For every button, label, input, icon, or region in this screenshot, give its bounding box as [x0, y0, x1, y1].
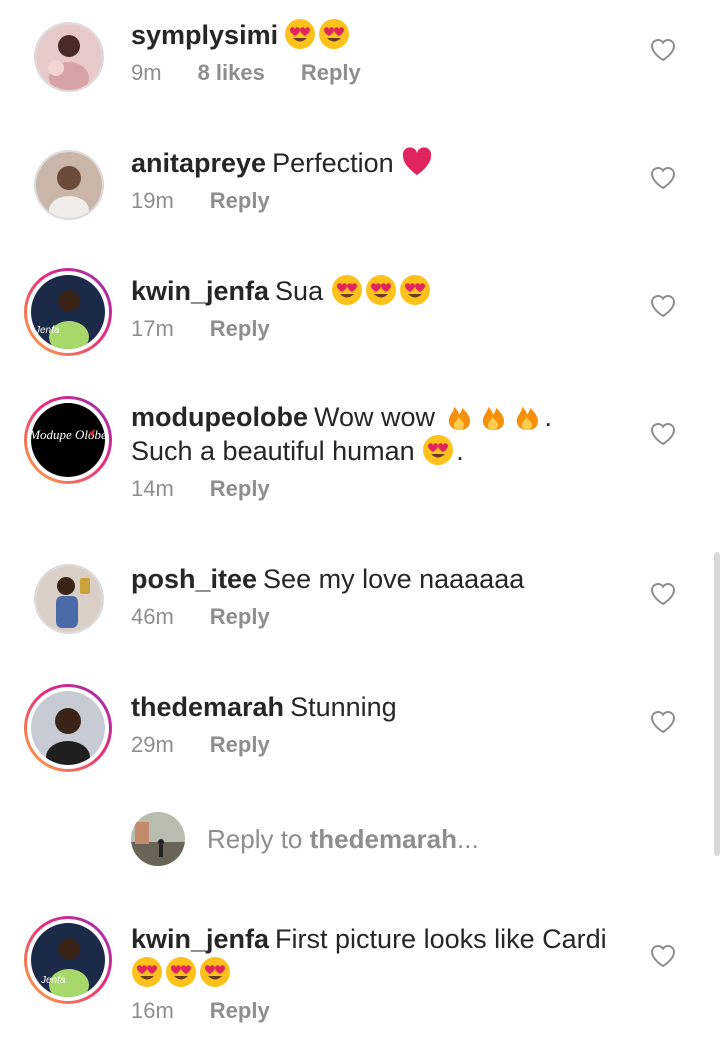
reply-button[interactable]: Reply — [210, 476, 270, 501]
comment-username[interactable]: anitapreye — [131, 148, 266, 178]
like-heart-icon[interactable] — [650, 166, 676, 190]
comment-text: First picture looks like Cardi — [275, 924, 607, 954]
comment-text: Stunning — [290, 692, 397, 722]
comment-time: 46m — [131, 604, 174, 629]
comment-username[interactable]: posh_itee — [131, 564, 257, 594]
like-heart-icon[interactable] — [650, 38, 676, 62]
reply-button[interactable]: Reply — [210, 732, 270, 757]
comment-username[interactable]: thedemarah — [131, 692, 284, 722]
comment-text-line2: Such a beautiful human — [131, 436, 415, 466]
comment-time: 29m — [131, 732, 174, 757]
comment-username[interactable]: kwin_jenfa — [131, 276, 269, 306]
red-heart-emoji-icon — [403, 147, 432, 175]
heart-eyes-emoji-icon — [166, 957, 196, 987]
comment-text: See my love naaaaaa — [263, 564, 525, 594]
reply-input-placeholder[interactable]: Reply to thedemarah... — [207, 824, 479, 855]
reply-target-username: thedemarah — [309, 824, 458, 854]
like-heart-icon[interactable] — [650, 944, 676, 968]
reply-button[interactable]: Reply — [210, 604, 270, 629]
fire-emoji-icon — [516, 407, 538, 430]
reply-input-row[interactable]: Reply to thedemarah... — [131, 812, 651, 866]
heart-eyes-emoji-icon — [423, 435, 454, 465]
reply-suffix: ... — [457, 824, 479, 854]
reply-button[interactable]: Reply — [301, 60, 361, 85]
heart-eyes-emoji-icon — [200, 957, 230, 987]
avatar[interactable] — [34, 22, 104, 92]
reply-button[interactable]: Reply — [210, 998, 270, 1023]
heart-eyes-emoji-icon — [399, 275, 430, 305]
comment-username[interactable]: modupeolobe — [131, 402, 308, 432]
avatar-story-ring[interactable] — [24, 684, 112, 772]
current-user-avatar — [131, 812, 185, 866]
avatar-label: Jenfa — [34, 325, 60, 336]
heart-eyes-emoji-icon — [132, 957, 162, 987]
comment-username[interactable]: symplysimi — [131, 20, 278, 50]
comment-text: Wow wow — [314, 402, 436, 432]
comment-time: 9m — [131, 60, 162, 85]
fire-emoji-icon — [448, 407, 470, 430]
avatar-story-ring[interactable]: Modupe Olobe — [24, 396, 112, 484]
fire-emoji-icon — [482, 407, 504, 430]
like-heart-icon[interactable] — [650, 422, 676, 446]
comment-text: Sua — [275, 276, 324, 306]
avatar-logo-text: Modupe Olobe — [31, 427, 105, 442]
avatar-label: Jenfa — [40, 975, 66, 986]
avatar-story-ring[interactable]: Jenfa — [24, 268, 112, 356]
like-heart-icon[interactable] — [650, 710, 676, 734]
scrollbar[interactable] — [714, 552, 720, 856]
heart-eyes-emoji-icon — [365, 275, 396, 305]
comment-time: 14m — [131, 476, 174, 501]
like-heart-icon[interactable] — [650, 294, 676, 318]
comment-time: 19m — [131, 188, 174, 213]
avatar-story-ring[interactable]: Jenfa — [24, 916, 112, 1004]
avatar[interactable] — [34, 564, 104, 634]
heart-eyes-emoji-icon — [285, 19, 316, 49]
reply-button[interactable]: Reply — [210, 188, 270, 213]
like-heart-icon[interactable] — [650, 582, 676, 606]
heart-eyes-emoji-icon — [319, 19, 350, 49]
comment-username[interactable]: kwin_jenfa — [131, 924, 269, 954]
comment-time: 16m — [131, 998, 174, 1023]
avatar[interactable] — [34, 150, 104, 220]
comment-text: Perfection — [272, 148, 394, 178]
comment-likes[interactable]: 8 likes — [198, 60, 265, 85]
comment-time: 17m — [131, 316, 174, 341]
reply-prefix: Reply to — [207, 824, 303, 854]
reply-button[interactable]: Reply — [210, 316, 270, 341]
heart-eyes-emoji-icon — [331, 275, 362, 305]
